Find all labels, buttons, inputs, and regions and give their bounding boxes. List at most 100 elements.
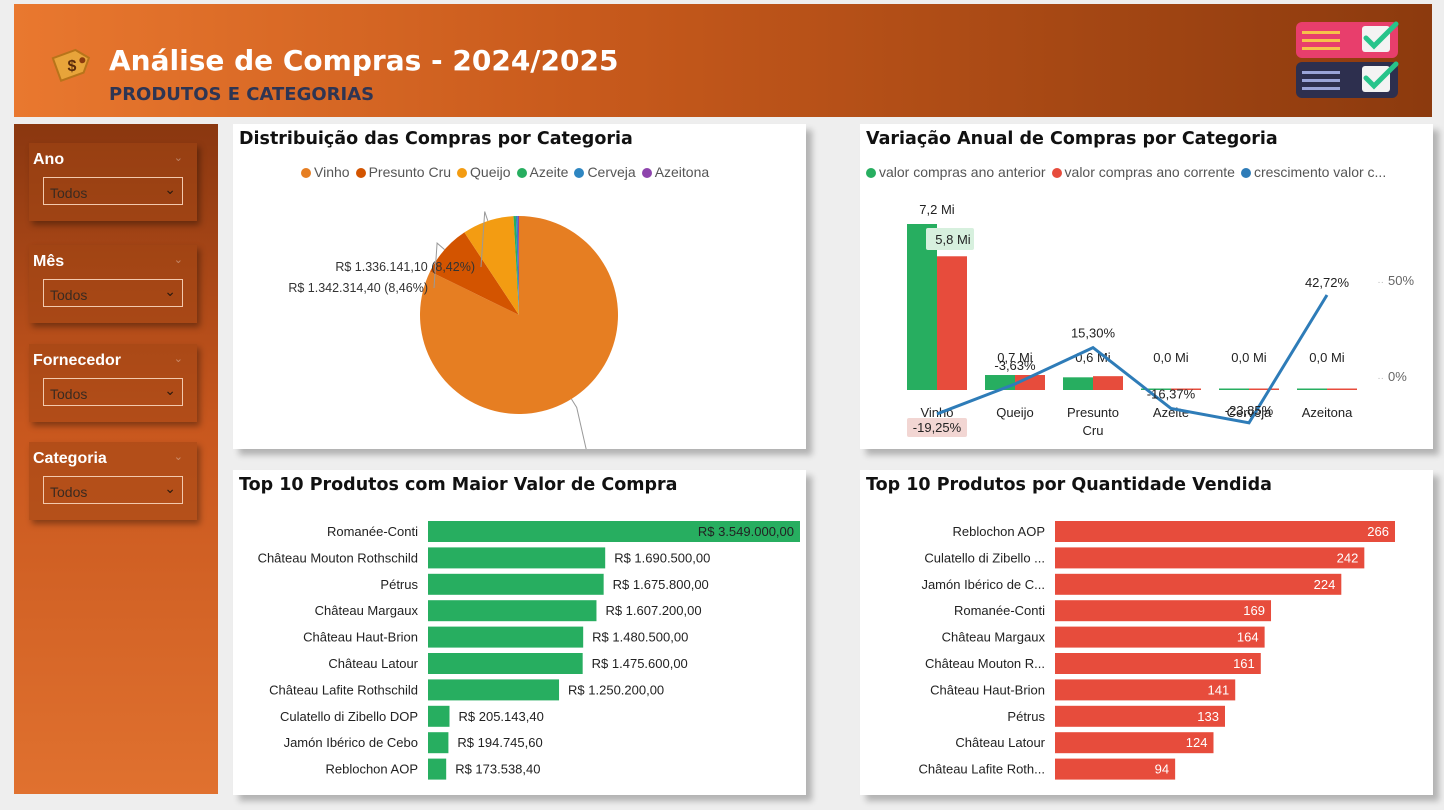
- legend-marker: [355, 168, 366, 178]
- bar: [428, 705, 450, 727]
- chevron-down-icon[interactable]: ⌄: [174, 352, 183, 365]
- bar-data-label: 242: [1337, 550, 1359, 565]
- svg-text:$: $: [68, 58, 77, 75]
- legend-marker: [1051, 168, 1062, 178]
- legend-item[interactable]: Vinho: [301, 164, 350, 180]
- filter-categoria: Categoria ⌄ Todos ⌄: [29, 442, 197, 520]
- filter-ano: Ano ⌄ Todos ⌄: [29, 143, 197, 221]
- bar-data-label: R$ 1.675.800,00: [613, 577, 709, 592]
- legend-item[interactable]: Azeitona: [641, 164, 710, 180]
- y-tick-label: Reblochon AOP: [325, 762, 418, 777]
- bar: [428, 679, 560, 701]
- chart-title: Variação Anual de Compras por Categoria: [866, 129, 1278, 149]
- chart-title: Top 10 Produtos com Maior Valor de Compr…: [239, 475, 678, 495]
- legend-item[interactable]: valor compras ano corrente: [1051, 164, 1235, 180]
- bar: [1055, 547, 1365, 569]
- legend-item[interactable]: Cerveja: [574, 164, 636, 180]
- y-tick-label: Château Margaux: [315, 603, 419, 618]
- filter-dropdown-categoria[interactable]: Todos ⌄: [43, 476, 183, 504]
- chart-legend: valor compras ano anterior valor compras …: [866, 164, 1428, 180]
- bar: [428, 653, 583, 674]
- bar-prev-year: [985, 375, 1015, 390]
- legend-label: valor compras ano corrente: [1064, 164, 1235, 180]
- bar-data-label: R$ 3.549.000,00: [698, 524, 794, 539]
- combo-chart: 7,2 MiVinho0,7 MiQueijo0,6 MiPresuntoCru…: [907, 202, 1414, 438]
- y-tick-label: Château Lafite Rothschild: [269, 682, 418, 697]
- filter-label: Mês: [33, 253, 65, 270]
- bar-data-label: R$ 1.480.500,00: [592, 630, 688, 645]
- chart-title: Top 10 Produtos por Quantidade Vendida: [866, 475, 1272, 495]
- legend-marker: [866, 168, 876, 178]
- y-tick-label: Château Haut-Brion: [303, 630, 418, 645]
- chevron-down-icon[interactable]: ⌄: [174, 151, 183, 164]
- bar: [1055, 626, 1265, 648]
- y-tick-label: Pétrus: [380, 577, 418, 592]
- chevron-down-icon: ⌄: [164, 181, 176, 197]
- y-tick-label: Jamón Ibérico de Cebo: [284, 735, 418, 750]
- x-tick-label: Azeitona: [1302, 405, 1353, 420]
- chevron-down-icon[interactable]: ⌄: [174, 450, 183, 463]
- y-tick-label: Château Mouton R...: [925, 656, 1045, 671]
- x-tick-label: Cru: [1083, 423, 1104, 438]
- bar-data-label: 141: [1208, 682, 1230, 697]
- bar-data-label: 0,0 Mi: [1231, 350, 1267, 365]
- legend-marker: [516, 168, 527, 178]
- y-tick-label: Château Mouton Rothschild: [258, 550, 418, 565]
- bar: [1055, 653, 1261, 674]
- pie-data-label: R$ 1.342.314,40 (8,46%): [288, 281, 428, 295]
- bar-data-label: 169: [1243, 603, 1265, 618]
- bar-data-label: 0,0 Mi: [1153, 350, 1189, 365]
- y-tick-label: Château Latour: [955, 735, 1045, 750]
- filter-label: Fornecedor: [33, 352, 122, 369]
- bar-current-year: [937, 256, 967, 390]
- legend-label: Vinho: [314, 164, 350, 180]
- chart-legend: Vinho Presunto Cru Queijo Azeite Cerveja Azei…: [301, 164, 715, 180]
- line-data-label: -23,85%: [1225, 403, 1274, 418]
- bar-prev-year: [1063, 377, 1093, 390]
- header-banner: $ Análise de Compras - 2024/2025 PRODUTO…: [14, 4, 1432, 117]
- chevron-down-icon: ⌄: [164, 283, 176, 299]
- dropdown-value: Todos: [50, 484, 88, 500]
- bar-data-label: 266: [1367, 524, 1389, 539]
- legend-item[interactable]: crescimento valor c...: [1240, 164, 1387, 180]
- line-data-label: -3,63%: [994, 358, 1036, 373]
- legend-label: crescimento valor c...: [1253, 164, 1387, 180]
- chevron-down-icon[interactable]: ⌄: [174, 253, 183, 266]
- bar-data-label: R$ 1.607.200,00: [605, 603, 701, 618]
- filter-dropdown-fornecedor[interactable]: Todos ⌄: [43, 378, 183, 406]
- bar-data-label: R$ 1.250.200,00: [568, 682, 664, 697]
- bar: [428, 758, 447, 780]
- page-subtitle: PRODUTOS E CATEGORIAS: [109, 84, 375, 105]
- bar-data-label: R$ 194.745,60: [457, 735, 542, 750]
- filter-dropdown-mes[interactable]: Todos ⌄: [43, 279, 183, 307]
- filter-label: Ano: [33, 151, 65, 168]
- filter-mes: Mês ⌄ Todos ⌄: [29, 245, 197, 323]
- bar-current-year: [1249, 388, 1279, 390]
- chart-title: Distribuição das Compras por Categoria: [239, 129, 633, 149]
- bar-data-label: R$ 1.690.500,00: [614, 550, 710, 565]
- dropdown-value: Todos: [50, 185, 88, 201]
- legend-item[interactable]: Queijo: [457, 164, 511, 180]
- legend-item[interactable]: Presunto Cru: [355, 164, 452, 180]
- y-tick-label: Romanée-Conti: [954, 603, 1045, 618]
- chevron-down-icon: ⌄: [164, 480, 176, 496]
- bar-data-label: R$ 205.143,40: [459, 709, 544, 724]
- legend-marker: [457, 168, 468, 178]
- bar-prev-year: [1297, 388, 1327, 390]
- chevron-down-icon: ⌄: [164, 382, 176, 398]
- bar-data-label: R$ 173.538,40: [455, 762, 540, 777]
- y-tick-label: Jamón Ibérico de C...: [921, 577, 1045, 592]
- bar: [428, 600, 597, 622]
- filter-dropdown-ano[interactable]: Todos ⌄: [43, 177, 183, 205]
- line-data-label: 42,72%: [1305, 275, 1350, 290]
- y2-tick-label: 50%: [1388, 273, 1414, 288]
- bar-data-label: 94: [1155, 762, 1169, 777]
- legend-label: Azeitona: [654, 164, 710, 180]
- x-tick-label: Queijo: [996, 405, 1034, 420]
- bar-data-label: 124: [1186, 735, 1208, 750]
- legend-label: Presunto Cru: [368, 164, 452, 180]
- legend-item[interactable]: valor compras ano anterior: [866, 164, 1046, 180]
- legend-item[interactable]: Azeite: [516, 164, 568, 180]
- filter-label: Categoria: [33, 450, 107, 467]
- y-tick-label: Château Haut-Brion: [930, 682, 1045, 697]
